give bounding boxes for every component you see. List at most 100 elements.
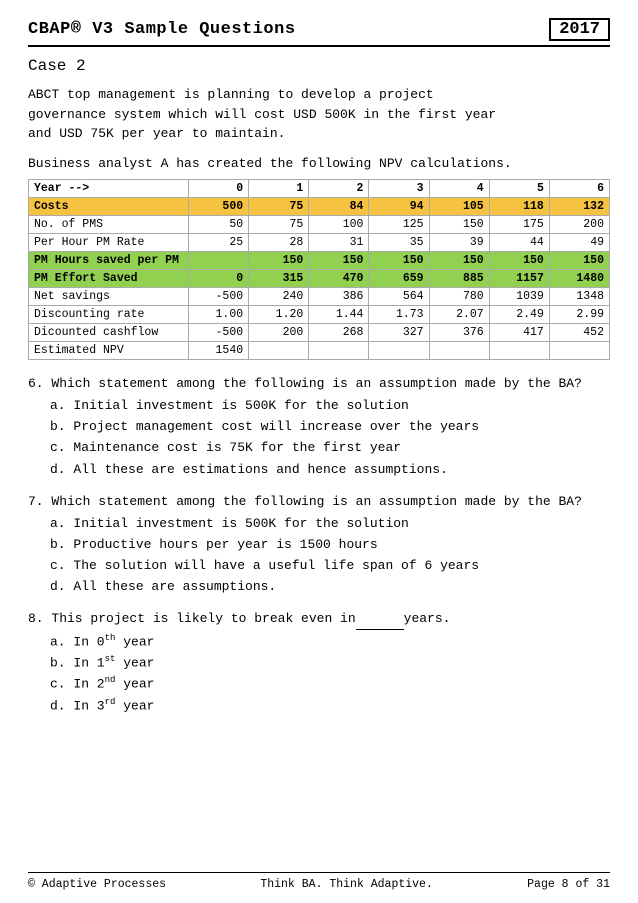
table-cell: 150 <box>489 252 549 270</box>
table-cell: 49 <box>549 234 609 252</box>
question-text: 7. Which statement among the following i… <box>28 492 610 512</box>
option-line: b. Project management cost will increase… <box>50 417 610 437</box>
table-cell: 780 <box>429 288 489 306</box>
table-cell: 1348 <box>549 288 609 306</box>
question-text: 8. This project is likely to break even … <box>28 609 610 629</box>
page-footer: © Adaptive Processes Think BA. Think Ada… <box>28 872 610 891</box>
option-line: c. The solution will have a useful life … <box>50 556 610 576</box>
table-cell: 1.44 <box>309 306 369 324</box>
footer-left: © Adaptive Processes <box>28 878 166 891</box>
table-cell: 31 <box>309 234 369 252</box>
option-line: b. Productive hours per year is 1500 hou… <box>50 535 610 555</box>
table-row: Dicounted cashflow-500200268327376417452 <box>29 324 610 342</box>
table-cell <box>309 342 369 360</box>
table-cell: 150 <box>249 252 309 270</box>
table-cell: 75 <box>249 216 309 234</box>
table-cell-label: Net savings <box>29 288 189 306</box>
table-row: PM Hours saved per PM150150150150150150 <box>29 252 610 270</box>
col-header-6: 6 <box>549 180 609 198</box>
col-header-4: 4 <box>429 180 489 198</box>
table-cell <box>369 342 429 360</box>
question-block: 6. Which statement among the following i… <box>28 374 610 480</box>
table-row: Discounting rate1.001.201.441.732.072.49… <box>29 306 610 324</box>
table-cell-label: Estimated NPV <box>29 342 189 360</box>
table-cell <box>249 342 309 360</box>
table-cell: 564 <box>369 288 429 306</box>
intro-text: ABCT top management is planning to devel… <box>28 85 610 144</box>
table-cell-label: PM Effort Saved <box>29 270 189 288</box>
table-cell <box>549 342 609 360</box>
table-cell-label: Costs <box>29 198 189 216</box>
table-cell: 315 <box>249 270 309 288</box>
table-cell: 500 <box>189 198 249 216</box>
table-cell: 327 <box>369 324 429 342</box>
table-cell: -500 <box>189 324 249 342</box>
option-line: a. Initial investment is 500K for the so… <box>50 514 610 534</box>
table-cell: 2.49 <box>489 306 549 324</box>
page-year: 2017 <box>549 18 610 41</box>
table-cell <box>489 342 549 360</box>
col-header-3: 3 <box>369 180 429 198</box>
table-cell: 50 <box>189 216 249 234</box>
option-line: d. All these are assumptions. <box>50 577 610 597</box>
table-cell: 35 <box>369 234 429 252</box>
question-block: 7. Which statement among the following i… <box>28 492 610 598</box>
table-cell: 100 <box>309 216 369 234</box>
option-line: c. In 2nd year <box>50 674 610 694</box>
col-header-2: 2 <box>309 180 369 198</box>
table-row: No. of PMS5075100125150175200 <box>29 216 610 234</box>
col-header-1: 1 <box>249 180 309 198</box>
table-cell: 1540 <box>189 342 249 360</box>
table-cell: 44 <box>489 234 549 252</box>
page-header: CBAP® V3 Sample Questions 2017 <box>28 18 610 47</box>
footer-right: Page 8 of 31 <box>527 878 610 891</box>
table-cell: 28 <box>249 234 309 252</box>
table-cell: 150 <box>429 252 489 270</box>
table-cell <box>189 252 249 270</box>
table-cell: 200 <box>549 216 609 234</box>
npv-table: Year --> 0 1 2 3 4 5 6 Costs500758494105… <box>28 179 610 360</box>
footer-center: Think BA. Think Adaptive. <box>260 878 433 891</box>
table-cell: 150 <box>369 252 429 270</box>
table-row: Costs500758494105118132 <box>29 198 610 216</box>
option-line: b. In 1st year <box>50 653 610 673</box>
page-title: CBAP® V3 Sample Questions <box>28 20 296 39</box>
question-text: 6. Which statement among the following i… <box>28 374 610 394</box>
intro-line1: ABCT top management is planning to devel… <box>28 87 434 102</box>
intro-line2: governance system which will cost USD 50… <box>28 107 496 122</box>
table-cell: 150 <box>549 252 609 270</box>
table-cell: 84 <box>309 198 369 216</box>
questions-section: 6. Which statement among the following i… <box>28 374 610 716</box>
option-line: c. Maintenance cost is 75K for the first… <box>50 438 610 458</box>
table-cell-label: Per Hour PM Rate <box>29 234 189 252</box>
table-cell: 1157 <box>489 270 549 288</box>
table-cell: 1.73 <box>369 306 429 324</box>
page: CBAP® V3 Sample Questions 2017 Case 2 AB… <box>0 0 638 903</box>
table-cell: 0 <box>189 270 249 288</box>
table-cell: 150 <box>429 216 489 234</box>
table-cell: 94 <box>369 198 429 216</box>
table-cell: 132 <box>549 198 609 216</box>
table-cell: 452 <box>549 324 609 342</box>
table-cell: 386 <box>309 288 369 306</box>
table-cell: 2.07 <box>429 306 489 324</box>
table-cell: -500 <box>189 288 249 306</box>
table-cell: 118 <box>489 198 549 216</box>
npv-table-container: Year --> 0 1 2 3 4 5 6 Costs500758494105… <box>28 179 610 360</box>
table-cell: 1480 <box>549 270 609 288</box>
table-cell: 200 <box>249 324 309 342</box>
table-cell: 417 <box>489 324 549 342</box>
table-cell: 240 <box>249 288 309 306</box>
table-cell: 39 <box>429 234 489 252</box>
table-cell: 1039 <box>489 288 549 306</box>
table-cell: 376 <box>429 324 489 342</box>
table-cell: 885 <box>429 270 489 288</box>
option-line: d. In 3rd year <box>50 696 610 716</box>
question-block: 8. This project is likely to break even … <box>28 609 610 716</box>
table-cell-label: Dicounted cashflow <box>29 324 189 342</box>
table-cell: 105 <box>429 198 489 216</box>
table-cell-label: PM Hours saved per PM <box>29 252 189 270</box>
table-row: Net savings-50024038656478010391348 <box>29 288 610 306</box>
case-title: Case 2 <box>28 57 610 75</box>
table-cell: 150 <box>309 252 369 270</box>
